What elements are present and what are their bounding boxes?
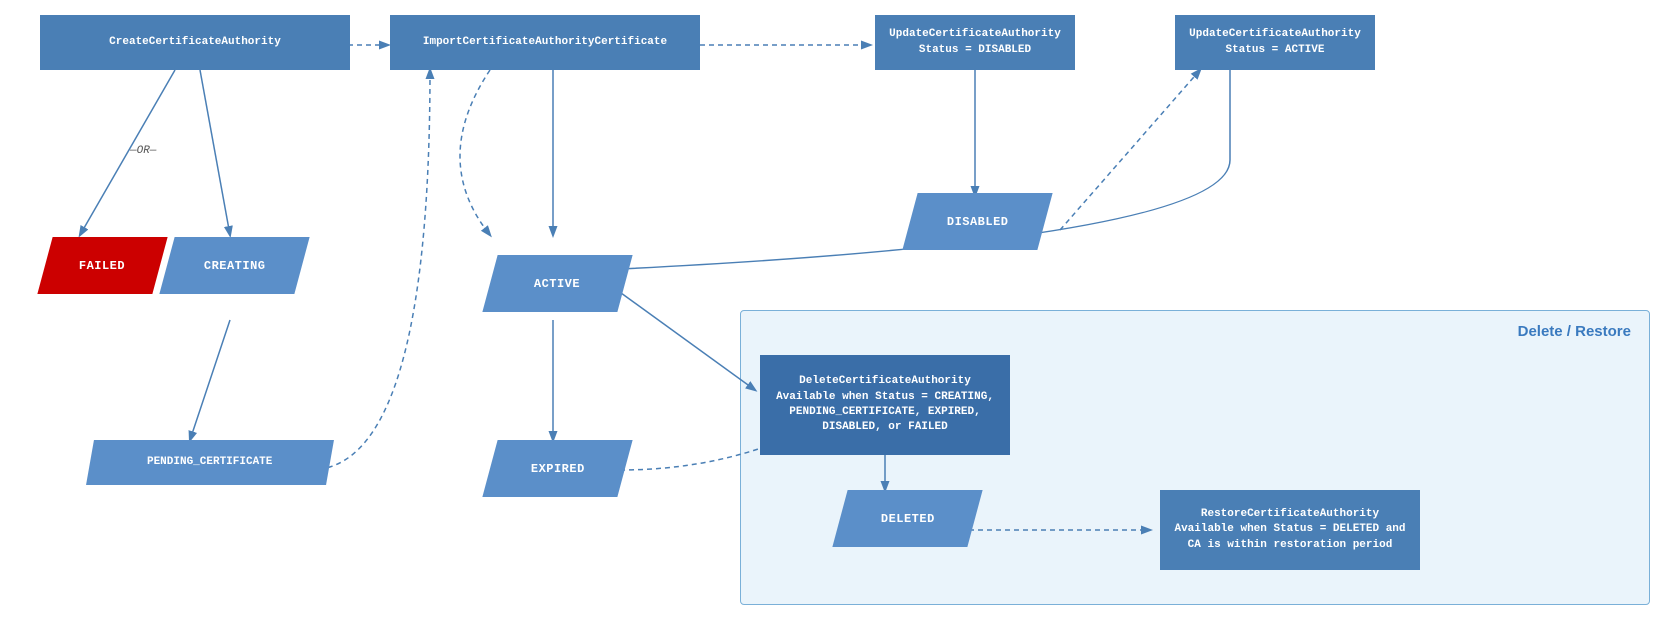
node-pendingCert: PENDING_CERTIFICATE xyxy=(86,440,334,485)
node-updateActive: UpdateCertificateAuthorityStatus = ACTIV… xyxy=(1175,15,1375,70)
node-creating: CREATING xyxy=(159,237,309,294)
node-failed: FAILED xyxy=(37,237,167,294)
node-restoreCA: RestoreCertificateAuthorityAvailable whe… xyxy=(1160,490,1420,570)
node-importCA: ImportCertificateAuthorityCertificate xyxy=(390,15,700,70)
node-deleted: DELETED xyxy=(832,490,982,547)
node-active: ACTIVE xyxy=(482,255,632,312)
delete-restore-label: Delete / Restore xyxy=(1518,323,1631,340)
diagram: Delete / Restore xyxy=(0,0,1677,621)
or-label: —OR— xyxy=(130,145,156,157)
node-createCA: CreateCertificateAuthority xyxy=(40,15,350,70)
node-disabled: DISABLED xyxy=(902,193,1052,250)
node-deleteCA: DeleteCertificateAuthorityAvailable when… xyxy=(760,355,1010,455)
node-updateDisabled: UpdateCertificateAuthorityStatus = DISAB… xyxy=(875,15,1075,70)
node-expired: EXPIRED xyxy=(482,440,632,497)
